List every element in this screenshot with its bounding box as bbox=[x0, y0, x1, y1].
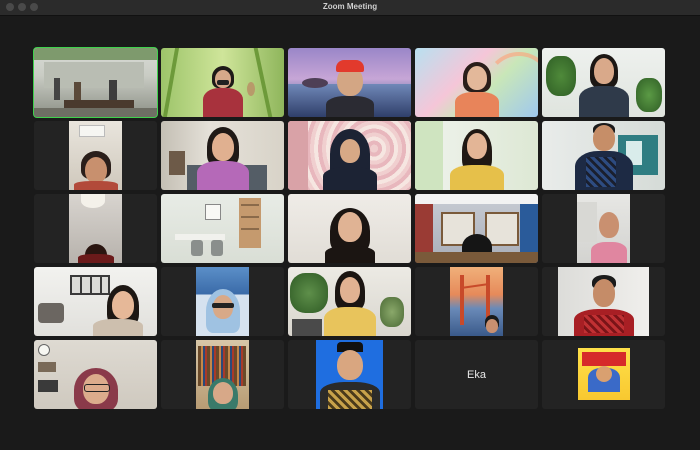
participant-tile[interactable] bbox=[34, 340, 157, 409]
gallery-grid: Eka bbox=[33, 47, 666, 410]
participant-tile[interactable] bbox=[415, 194, 538, 263]
participant-tile[interactable]: Eka bbox=[415, 340, 538, 409]
participant-tile[interactable] bbox=[161, 194, 284, 263]
participant-tile[interactable] bbox=[288, 340, 411, 409]
participant-tile[interactable] bbox=[161, 121, 284, 190]
participant-tile[interactable] bbox=[542, 121, 665, 190]
participant-tile[interactable] bbox=[33, 47, 158, 118]
participant-tile[interactable] bbox=[415, 48, 538, 117]
participant-video bbox=[415, 194, 538, 263]
participant-video bbox=[196, 267, 249, 336]
participant-tile[interactable] bbox=[161, 267, 284, 336]
participant-tile[interactable] bbox=[288, 194, 411, 263]
participant-tile[interactable] bbox=[161, 48, 284, 117]
participant-tile[interactable] bbox=[542, 194, 665, 263]
participant-tile[interactable] bbox=[34, 194, 157, 263]
participant-avatar bbox=[578, 348, 630, 400]
participant-video bbox=[415, 48, 538, 117]
participant-video bbox=[34, 267, 157, 336]
participant-tile[interactable] bbox=[542, 48, 665, 117]
participant-video bbox=[161, 121, 284, 190]
participant-tile[interactable] bbox=[415, 267, 538, 336]
participant-video bbox=[34, 340, 157, 409]
participant-video bbox=[161, 194, 284, 263]
participant-video bbox=[542, 121, 665, 190]
participant-tile[interactable] bbox=[34, 121, 157, 190]
participant-tile[interactable] bbox=[415, 121, 538, 190]
participant-video bbox=[415, 121, 538, 190]
participant-video bbox=[288, 267, 411, 336]
participant-tile[interactable] bbox=[161, 340, 284, 409]
participant-video bbox=[577, 194, 630, 263]
participant-tile[interactable] bbox=[542, 267, 665, 336]
participant-video bbox=[558, 267, 649, 336]
participant-video bbox=[542, 48, 665, 117]
participant-video bbox=[161, 48, 284, 117]
participant-video bbox=[196, 340, 249, 409]
participant-video bbox=[288, 48, 411, 117]
participant-tile[interactable] bbox=[34, 267, 157, 336]
participant-name: Eka bbox=[467, 368, 486, 381]
participant-video bbox=[316, 340, 383, 409]
participant-tile[interactable] bbox=[288, 121, 411, 190]
participant-video bbox=[69, 194, 122, 263]
participant-video bbox=[34, 48, 157, 117]
participant-tile[interactable] bbox=[542, 340, 665, 409]
participant-video bbox=[69, 121, 122, 190]
participant-tile[interactable] bbox=[288, 48, 411, 117]
title-bar: Zoom Meeting bbox=[0, 0, 700, 16]
participant-video bbox=[450, 267, 503, 336]
participant-tile[interactable] bbox=[288, 267, 411, 336]
window-title: Zoom Meeting bbox=[322, 2, 378, 11]
participant-video bbox=[288, 121, 411, 190]
meeting-stage: Eka bbox=[0, 16, 700, 450]
participant-video bbox=[288, 194, 411, 263]
